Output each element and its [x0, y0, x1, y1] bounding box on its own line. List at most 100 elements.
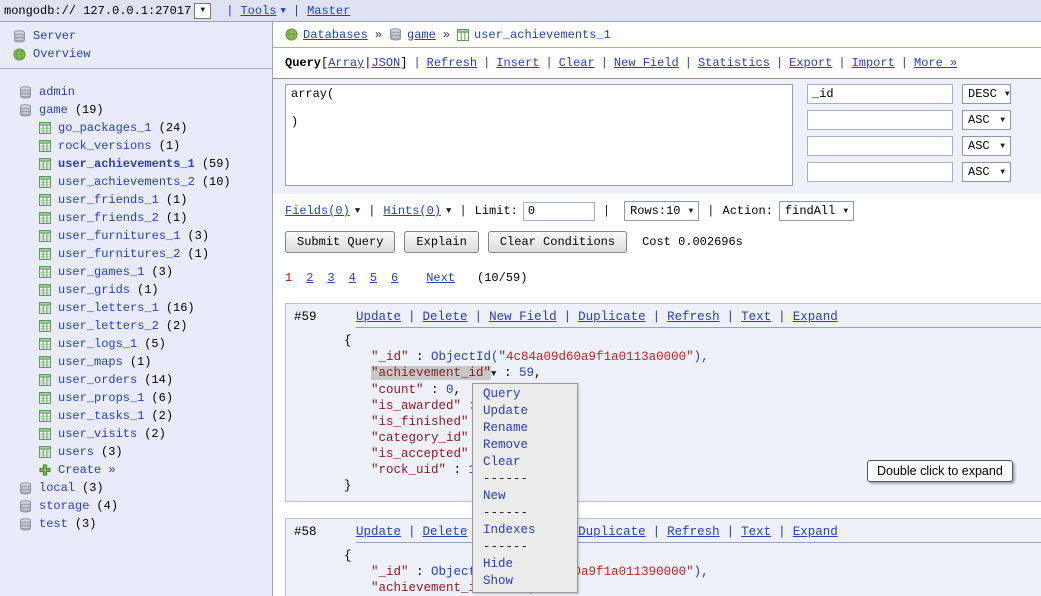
record-refresh-link[interactable]: Refresh — [667, 525, 720, 539]
sort-direction-select[interactable]: ASC▼ — [962, 162, 1011, 182]
record-expand-link[interactable]: Expand — [793, 525, 838, 539]
sidebar-collection[interactable]: user_achievements_2(10) — [0, 173, 272, 191]
refresh-button[interactable]: Refresh — [427, 56, 477, 70]
breadcrumb-databases[interactable]: Databases — [303, 28, 368, 42]
new-field-button[interactable]: New Field — [614, 56, 679, 70]
record-number: #59 — [294, 310, 356, 324]
insert-button[interactable]: Insert — [496, 56, 539, 70]
json-key[interactable]: "rock_uid" — [371, 463, 446, 477]
rows-select[interactable]: Rows:10▼ — [624, 201, 699, 221]
explain-button[interactable]: Explain — [404, 231, 478, 253]
sort-field-input[interactable] — [807, 162, 953, 182]
sidebar-db-game[interactable]: game (19) — [0, 101, 272, 119]
menu-item-remove[interactable]: Remove — [473, 437, 577, 454]
statistics-button[interactable]: Statistics — [698, 56, 770, 70]
sidebar-item-server[interactable]: Server — [0, 27, 272, 45]
sidebar-collection[interactable]: users(3) — [0, 443, 272, 461]
menu-separator: ------ — [473, 471, 577, 488]
page-link[interactable]: 5 — [370, 271, 377, 285]
record-text-link[interactable]: Text — [741, 525, 771, 539]
query-mode-array[interactable]: Array — [328, 56, 364, 70]
json-key[interactable]: "_id" — [371, 565, 409, 579]
sort-field-input[interactable] — [807, 136, 953, 156]
sort-direction-select[interactable]: ASC▼ — [962, 136, 1011, 156]
pagination: 1 2 3 4 5 6 Next (10/59) — [273, 261, 1041, 287]
query-input[interactable]: array( ) — [285, 84, 793, 186]
action-select[interactable]: findAll▼ — [779, 201, 854, 221]
clear-conditions-button[interactable]: Clear Conditions — [488, 231, 627, 253]
sidebar-collection[interactable]: user_visits(2) — [0, 425, 272, 443]
json-key[interactable]: "_id" — [371, 350, 409, 364]
limit-input[interactable] — [523, 202, 595, 221]
sidebar-collection[interactable]: user_logs_1(5) — [0, 335, 272, 353]
record-expand-link[interactable]: Expand — [793, 310, 838, 324]
record-duplicate-link[interactable]: Duplicate — [578, 310, 646, 324]
record-update-link[interactable]: Update — [356, 525, 401, 539]
sidebar-collection[interactable]: rock_versions(1) — [0, 137, 272, 155]
import-button[interactable]: Import — [852, 56, 895, 70]
page-link[interactable]: 6 — [391, 271, 398, 285]
record-text-link[interactable]: Text — [741, 310, 771, 324]
record-duplicate-link[interactable]: Duplicate — [578, 525, 646, 539]
menu-item-hide[interactable]: Hide — [473, 556, 577, 573]
clear-button[interactable]: Clear — [559, 56, 595, 70]
record-refresh-link[interactable]: Refresh — [667, 310, 720, 324]
sidebar-collection[interactable]: user_tasks_1(2) — [0, 407, 272, 425]
record-new-field-link[interactable]: New Field — [489, 310, 557, 324]
json-key[interactable]: "is_accepted" — [371, 447, 469, 461]
next-page-link[interactable]: Next — [426, 271, 455, 285]
sidebar-collection[interactable]: user_letters_1(16) — [0, 299, 272, 317]
page-link[interactable]: 4 — [349, 271, 356, 285]
menu-item-new[interactable]: New — [473, 488, 577, 505]
sidebar-collection[interactable]: user_orders(14) — [0, 371, 272, 389]
sidebar-collection[interactable]: user_friends_1(1) — [0, 191, 272, 209]
sort-field-input[interactable] — [807, 110, 953, 130]
sidebar-db-storage[interactable]: storage (4) — [0, 497, 272, 515]
connection-selector[interactable]: ▼ — [194, 3, 211, 19]
menu-item-rename[interactable]: Rename — [473, 420, 577, 437]
sidebar-create-collection[interactable]: Create » — [0, 461, 272, 479]
menu-item-clear[interactable]: Clear — [473, 454, 577, 471]
sidebar-collection-selected[interactable]: user_achievements_1(59) — [0, 155, 272, 173]
sort-field-input[interactable] — [807, 84, 953, 104]
sidebar-collection[interactable]: user_grids(1) — [0, 281, 272, 299]
tools-menu[interactable]: Tools — [240, 4, 276, 18]
json-key[interactable]: "count" — [371, 383, 424, 397]
sidebar-collection[interactable]: user_friends_2(1) — [0, 209, 272, 227]
sidebar-collection[interactable]: user_maps(1) — [0, 353, 272, 371]
json-key[interactable]: "is_awarded" — [371, 399, 461, 413]
more-menu[interactable]: More » — [914, 56, 957, 70]
sort-direction-select[interactable]: DESC▼ — [962, 84, 1011, 104]
query-mode-json[interactable]: JSON — [371, 56, 400, 70]
hints-dropdown[interactable]: Hints(0) — [383, 204, 441, 218]
sidebar-collection[interactable]: user_furnitures_2(1) — [0, 245, 272, 263]
page-link[interactable]: 2 — [306, 271, 313, 285]
sidebar-collection[interactable]: user_letters_2(2) — [0, 317, 272, 335]
breadcrumb-db[interactable]: game — [407, 28, 436, 42]
sidebar-collection[interactable]: user_furnitures_1(3) — [0, 227, 272, 245]
menu-item-query[interactable]: Query — [473, 386, 577, 403]
sidebar-collection[interactable]: user_games_1(3) — [0, 263, 272, 281]
sort-direction-select[interactable]: ASC▼ — [962, 110, 1011, 130]
sidebar-collection[interactable]: go_packages_1(24) — [0, 119, 272, 137]
menu-item-indexes[interactable]: Indexes — [473, 522, 577, 539]
record-update-link[interactable]: Update — [356, 310, 401, 324]
sidebar-db-admin[interactable]: admin — [0, 83, 272, 101]
json-key-highlighted[interactable]: "achievement_id" — [371, 366, 491, 380]
json-key[interactable]: "is_finished" — [371, 415, 469, 429]
sidebar-item-overview[interactable]: Overview — [0, 45, 272, 63]
json-key[interactable]: "category_id" — [371, 431, 469, 445]
menu-item-show[interactable]: Show — [473, 573, 577, 590]
page-link[interactable]: 3 — [327, 271, 334, 285]
table-icon — [39, 140, 51, 152]
sidebar-db-test[interactable]: test (3) — [0, 515, 272, 533]
menu-item-update[interactable]: Update — [473, 403, 577, 420]
sidebar-collection[interactable]: user_props_1(6) — [0, 389, 272, 407]
master-link[interactable]: Master — [307, 4, 350, 18]
submit-query-button[interactable]: Submit Query — [285, 231, 395, 253]
fields-dropdown[interactable]: Fields(0) — [285, 204, 350, 218]
record-delete-link[interactable]: Delete — [423, 525, 468, 539]
sidebar-db-local[interactable]: local (3) — [0, 479, 272, 497]
record-delete-link[interactable]: Delete — [423, 310, 468, 324]
export-button[interactable]: Export — [789, 56, 832, 70]
